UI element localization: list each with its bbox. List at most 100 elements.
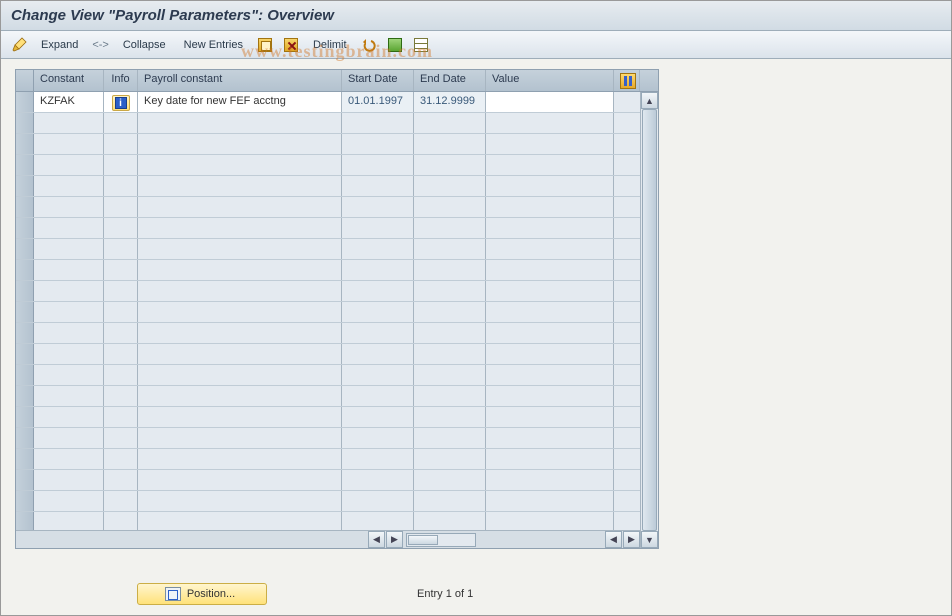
- row-selector[interactable]: [16, 470, 34, 490]
- collapse-button[interactable]: Collapse: [117, 35, 172, 55]
- pencil-glasses-icon: [11, 37, 27, 53]
- table-row[interactable]: [16, 470, 640, 491]
- info-icon[interactable]: i: [112, 95, 130, 111]
- delete-icon: [284, 38, 298, 52]
- row-selector[interactable]: [16, 239, 34, 259]
- row-selector[interactable]: [16, 92, 34, 112]
- select-all-button[interactable]: [385, 35, 405, 55]
- copy-icon: [258, 38, 272, 52]
- hscroll-group-right: ◀ ▶: [605, 531, 640, 548]
- table-row[interactable]: [16, 386, 640, 407]
- table-row[interactable]: [16, 218, 640, 239]
- copy-as-button[interactable]: [255, 35, 275, 55]
- row-selector[interactable]: [16, 155, 34, 175]
- col-info[interactable]: Info: [104, 70, 138, 91]
- configure-columns-icon: [620, 73, 636, 89]
- table-row[interactable]: [16, 197, 640, 218]
- scroll-right-button[interactable]: ▶: [386, 531, 403, 548]
- col-start-date[interactable]: Start Date: [342, 70, 414, 91]
- col-payroll-constant[interactable]: Payroll constant: [138, 70, 342, 91]
- row-selector-header[interactable]: [16, 70, 34, 91]
- page-title-text: Change View "Payroll Parameters": Overvi…: [11, 7, 334, 24]
- scroll-right-button-2[interactable]: ▶: [623, 531, 640, 548]
- row-selector[interactable]: [16, 176, 34, 196]
- scroll-left-button[interactable]: ◀: [368, 531, 385, 548]
- table-row[interactable]: [16, 281, 640, 302]
- deselect-all-icon: [414, 38, 428, 52]
- info-icon-glyph: i: [115, 97, 127, 109]
- col-value[interactable]: Value: [486, 70, 614, 91]
- hscroll-track[interactable]: [406, 533, 476, 547]
- select-all-icon: [388, 38, 402, 52]
- hscroll-thumb[interactable]: [408, 535, 438, 545]
- grid-header: Constant Info Payroll constant Start Dat…: [16, 70, 658, 92]
- table-row[interactable]: [16, 134, 640, 155]
- position-label: Position...: [187, 588, 235, 600]
- row-selector[interactable]: [16, 197, 34, 217]
- table-row[interactable]: KZFAK i Key date for new FEF acctng 01.0…: [16, 92, 640, 113]
- scroll-track[interactable]: [641, 109, 658, 531]
- new-entries-button[interactable]: New Entries: [178, 35, 249, 55]
- row-selector[interactable]: [16, 302, 34, 322]
- vertical-scrollbar[interactable]: ▲ ▼: [640, 92, 658, 548]
- col-end-date[interactable]: End Date: [414, 70, 486, 91]
- cell-start-date: 01.01.1997: [342, 92, 414, 112]
- row-selector[interactable]: [16, 260, 34, 280]
- delete-button[interactable]: [281, 35, 301, 55]
- row-selector[interactable]: [16, 113, 34, 133]
- table-row[interactable]: [16, 239, 640, 260]
- table-row[interactable]: [16, 302, 640, 323]
- col-constant[interactable]: Constant: [34, 70, 104, 91]
- row-selector[interactable]: [16, 491, 34, 511]
- scroll-thumb[interactable]: [642, 109, 657, 531]
- table-row[interactable]: [16, 512, 640, 530]
- row-selector[interactable]: [16, 386, 34, 406]
- expand-button[interactable]: Expand: [35, 35, 84, 55]
- cell-constant[interactable]: KZFAK: [34, 92, 104, 112]
- payroll-parameters-grid: Constant Info Payroll constant Start Dat…: [16, 70, 658, 548]
- cell-end-date: 31.12.9999: [414, 92, 486, 112]
- footer-bar: Position... Entry 1 of 1: [1, 583, 951, 605]
- row-selector[interactable]: [16, 344, 34, 364]
- new-entries-label: New Entries: [184, 39, 243, 51]
- row-selector[interactable]: [16, 428, 34, 448]
- table-row[interactable]: [16, 449, 640, 470]
- cell-payroll-constant[interactable]: Key date for new FEF acctng: [138, 92, 342, 112]
- undo-icon: [362, 38, 376, 52]
- row-selector[interactable]: [16, 218, 34, 238]
- table-row[interactable]: [16, 407, 640, 428]
- position-icon: [165, 587, 181, 601]
- page-title: Change View "Payroll Parameters": Overvi…: [1, 1, 951, 31]
- table-row[interactable]: [16, 155, 640, 176]
- col-configure[interactable]: [614, 70, 640, 91]
- table-row[interactable]: [16, 176, 640, 197]
- table-row[interactable]: [16, 260, 640, 281]
- deselect-all-button[interactable]: [411, 35, 431, 55]
- table-row[interactable]: [16, 113, 640, 134]
- row-selector[interactable]: [16, 449, 34, 469]
- scroll-down-button[interactable]: ▼: [641, 531, 658, 548]
- delimit-label: Delimit: [313, 39, 347, 51]
- expand-label: Expand: [41, 39, 78, 51]
- scroll-up-button[interactable]: ▲: [641, 92, 658, 109]
- horizontal-scrollbar: ◀ ▶ ◀ ▶: [16, 530, 640, 548]
- cell-info[interactable]: i: [104, 92, 138, 112]
- row-selector[interactable]: [16, 512, 34, 530]
- row-selector[interactable]: [16, 407, 34, 427]
- table-row[interactable]: [16, 365, 640, 386]
- delimit-button[interactable]: Delimit: [307, 35, 353, 55]
- other-view-button[interactable]: [9, 35, 29, 55]
- table-row[interactable]: [16, 491, 640, 512]
- row-selector[interactable]: [16, 134, 34, 154]
- row-selector[interactable]: [16, 281, 34, 301]
- scroll-left-button-2[interactable]: ◀: [605, 531, 622, 548]
- table-row[interactable]: [16, 344, 640, 365]
- position-button[interactable]: Position...: [137, 583, 267, 605]
- table-row[interactable]: [16, 428, 640, 449]
- undo-button[interactable]: [359, 35, 379, 55]
- table-row[interactable]: [16, 323, 640, 344]
- cell-value[interactable]: [486, 92, 614, 112]
- row-selector[interactable]: [16, 365, 34, 385]
- hscroll-group-left: ◀ ▶: [368, 531, 478, 548]
- row-selector[interactable]: [16, 323, 34, 343]
